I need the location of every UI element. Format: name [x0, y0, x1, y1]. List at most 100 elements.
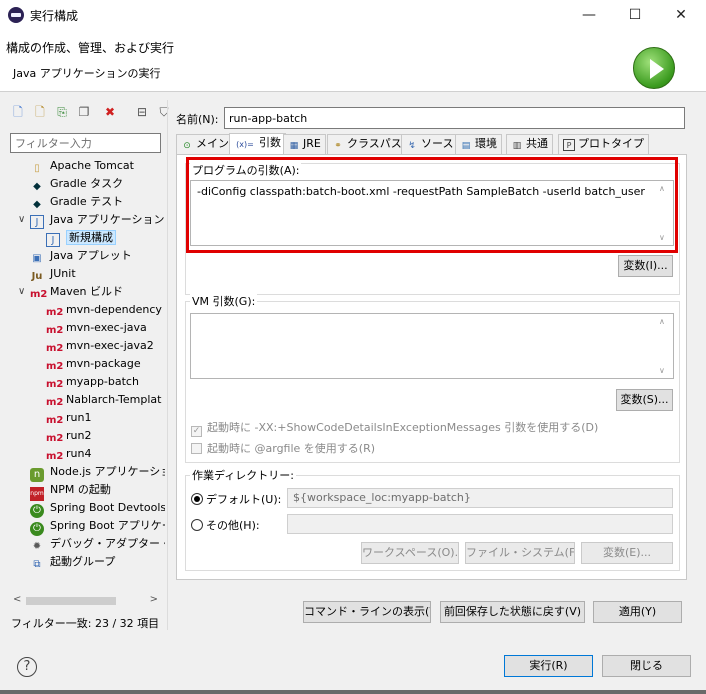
arguments-tab-icon: (x)=: [236, 140, 254, 149]
tree-item-mvn-dependency[interactable]: m2 mvn-dependency: [46, 301, 162, 319]
tab-main[interactable]: ⊙ メイン: [176, 134, 234, 154]
tab-classpath[interactable]: ⚭ クラスパス: [327, 134, 407, 154]
expand-java-app-chevron-icon[interactable]: ∨: [18, 214, 28, 225]
collapse-all-icon[interactable]: ⊟: [134, 104, 150, 120]
tree-item-gradle-test[interactable]: ◆ Gradle テスト: [30, 193, 123, 211]
tree-item-run1[interactable]: m2 run1: [46, 409, 91, 427]
export-icon[interactable]: ⎘: [54, 104, 70, 120]
tree-item-maven-build[interactable]: m2 Maven ビルド: [30, 283, 123, 301]
scroll-right-icon[interactable]: >: [150, 594, 158, 605]
workspace-button[interactable]: ワークスペース(O)...: [361, 542, 459, 564]
filter-input[interactable]: [10, 133, 161, 153]
scroll-down-icon[interactable]: ∨: [659, 366, 671, 375]
delete-icon[interactable]: ✖: [102, 104, 118, 120]
vm-args-textarea[interactable]: ∧ ∨: [190, 313, 674, 379]
tab-common[interactable]: ▥ 共通: [506, 134, 553, 154]
variables-button-workdir[interactable]: 変数(E)...: [581, 542, 673, 564]
radio-selected-icon: [191, 493, 203, 505]
name-input[interactable]: [224, 107, 685, 129]
tree-item-npm-launch[interactable]: npm NPM の起動: [30, 481, 111, 501]
environment-tab-icon: ▤: [461, 141, 471, 151]
tree-item-launch-group[interactable]: ⧉ 起動グループ: [30, 553, 115, 571]
tree-item-nodejs-app[interactable]: nNode.js アプリケーション: [30, 463, 165, 482]
maven-icon: m2: [46, 361, 64, 372]
tree-item-nablarch-template[interactable]: m2 Nablarch-Templat: [46, 391, 161, 409]
tree-item-gradle-task[interactable]: ◆ Gradle タスク: [30, 175, 123, 193]
other-dir-radio[interactable]: その他(H):: [191, 517, 260, 533]
maven-icon: m2: [46, 379, 64, 390]
tree-item-mvn-exec-java2[interactable]: m2 mvn-exec-java2: [46, 337, 154, 355]
argfile-checkbox[interactable]: 起動時に @argfile を使用する(R): [191, 440, 375, 456]
dialog-header: 構成の作成、管理、および実行 Java アプリケーションの実行: [0, 30, 706, 92]
tab-environment[interactable]: ▤ 環境: [455, 134, 502, 154]
pane-splitter[interactable]: [167, 100, 168, 630]
tab-prototype[interactable]: P プロトタイプ: [558, 134, 649, 154]
tab-source[interactable]: ↯ ソース: [401, 134, 459, 154]
expand-maven-chevron-icon[interactable]: ∨: [18, 286, 28, 297]
tree-item-run2[interactable]: m2 run2: [46, 427, 91, 445]
checkbox-unchecked-icon: [191, 443, 202, 454]
duplicate-icon[interactable]: ❐: [76, 104, 92, 120]
tree-item-run4[interactable]: m2 run4: [46, 445, 91, 463]
minimize-button[interactable]: —: [566, 0, 612, 30]
vm-args-label: VM 引数(G):: [190, 293, 258, 309]
scrollbar-thumb[interactable]: [26, 597, 116, 605]
tree-item-new-config[interactable]: J 新規構成: [46, 229, 116, 247]
show-command-line-button[interactable]: コマンド・ラインの表示(W): [303, 601, 431, 623]
tree-item-junit[interactable]: Ju JUnit: [30, 265, 76, 283]
tree-item-java-application[interactable]: J Java アプリケーション: [30, 211, 165, 229]
maximize-button[interactable]: ☐: [612, 0, 658, 30]
checkbox-checked-icon: ✓: [191, 426, 202, 437]
maven-icon: m2: [46, 397, 64, 408]
show-code-details-checkbox[interactable]: ✓ 起動時に -XX:+ShowCodeDetailsInExceptionMes…: [191, 419, 598, 437]
revert-button[interactable]: 前回保存した状態に戻す(V): [440, 601, 585, 623]
spring-icon: ⏻: [30, 504, 44, 518]
tree-item-debug-adapter[interactable]: ✹デバッグ・アダプター・ランチャー: [30, 535, 165, 553]
new-prototype-icon[interactable]: 🗋: [32, 104, 48, 120]
close-button[interactable]: 閉じる: [602, 655, 691, 677]
tree-item-spring-boot-devtools[interactable]: ⏻ Spring Boot Devtools: [30, 499, 165, 518]
tree-item-mvn-package[interactable]: m2 mvn-package: [46, 355, 141, 373]
gradle-icon: ◆: [33, 181, 41, 192]
maven-icon: m2: [46, 307, 64, 318]
tree-item-apache-tomcat[interactable]: ▯ Apache Tomcat: [30, 157, 134, 175]
tree-item-myapp-batch[interactable]: m2 myapp-batch: [46, 373, 139, 391]
name-label: 名前(N):: [176, 113, 219, 126]
tree-horizontal-scrollbar[interactable]: < >: [10, 594, 161, 608]
working-dir-label: 作業ディレクトリー:: [190, 467, 296, 483]
maven-icon: m2: [46, 325, 64, 336]
tab-jre[interactable]: ▦ JRE: [283, 134, 326, 154]
tree-item-mvn-exec-java[interactable]: m2 mvn-exec-java: [46, 319, 147, 337]
main-tab-icon: ⊙: [183, 141, 191, 151]
tab-arguments[interactable]: (x)= 引数: [229, 133, 286, 155]
classpath-tab-icon: ⚭: [334, 141, 342, 151]
junit-icon: Ju: [31, 271, 43, 282]
new-config-icon[interactable]: 🗋: [10, 104, 26, 120]
run-button[interactable]: 実行(R): [504, 655, 593, 677]
apply-button[interactable]: 適用(Y): [593, 601, 682, 623]
header-title: 構成の作成、管理、および実行: [6, 41, 175, 55]
launch-group-icon: ⧉: [33, 559, 41, 570]
tree-item-java-applet[interactable]: ▣ Java アプレット: [30, 247, 131, 265]
java-app-icon: J: [46, 233, 60, 247]
tree-item-spring-boot-app[interactable]: ⏻Spring Boot アプリケーション: [30, 517, 165, 536]
default-dir-radio[interactable]: デフォルト(U):: [191, 491, 281, 507]
config-tree: ∨ ∨ ▯ Apache Tomcat ◆ Gradle タスク ◆ Gradle テ…: [6, 157, 165, 591]
filesystem-button[interactable]: ファイル・システム(F)...: [465, 542, 575, 564]
filter-status: フィルター一致: 23 / 32 項目: [11, 617, 160, 630]
radio-unselected-icon: [191, 519, 203, 531]
other-dir-field[interactable]: [287, 514, 673, 534]
jre-tab-icon: ▦: [289, 141, 299, 151]
filter-icon[interactable]: ⛉: [156, 104, 172, 120]
window-title: 実行構成: [30, 9, 79, 23]
help-icon[interactable]: ?: [17, 657, 37, 677]
maven-icon: m2: [30, 289, 48, 300]
scroll-left-icon[interactable]: <: [13, 594, 21, 605]
spring-icon: ⏻: [30, 522, 44, 536]
gradle-icon: ◆: [33, 199, 41, 210]
variables-button-program[interactable]: 変数(I)...: [618, 255, 673, 277]
scroll-up-icon[interactable]: ∧: [659, 317, 671, 326]
variables-button-vm[interactable]: 変数(S)...: [616, 389, 673, 411]
debug-adapter-icon: ✹: [32, 541, 42, 552]
close-window-button[interactable]: ✕: [658, 0, 704, 30]
